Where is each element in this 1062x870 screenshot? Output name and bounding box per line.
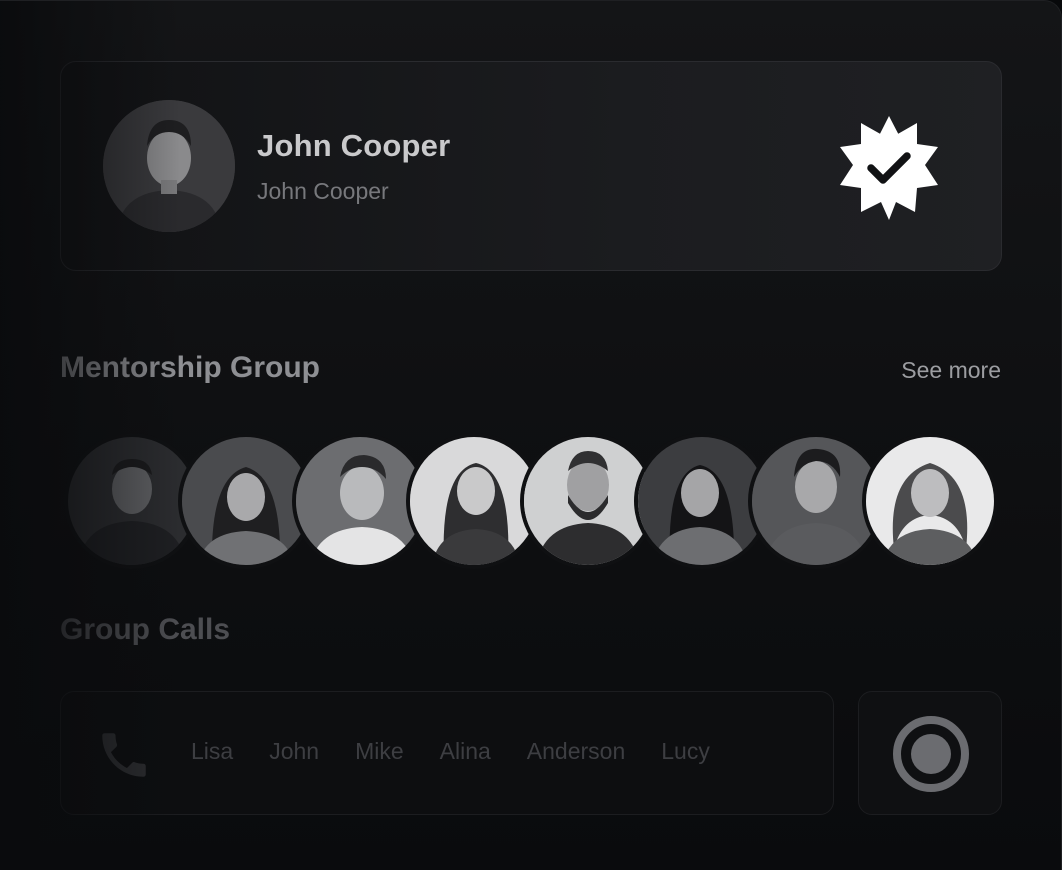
mentorship-avatar-row	[64, 433, 1004, 569]
call-participant[interactable]: Alina	[440, 738, 491, 765]
call-participant[interactable]: Lisa	[191, 738, 233, 765]
call-participant[interactable]: Anderson	[527, 738, 625, 765]
group-calls-title: Group Calls	[60, 613, 231, 646]
mentorship-group-title: Mentorship Group	[60, 351, 320, 384]
profile-handle: John Cooper	[257, 178, 389, 204]
call-participants: Lisa John Mike Alina Anderson Lucy	[191, 738, 710, 765]
group-call-bar[interactable]: Lisa John Mike Alina Anderson Lucy	[60, 691, 834, 815]
profile-card[interactable]: John Cooper John Cooper	[60, 61, 1002, 271]
call-participant[interactable]: John	[269, 738, 319, 765]
record-icon	[893, 716, 969, 792]
record-button[interactable]	[858, 691, 1002, 815]
call-participant[interactable]: Lucy	[661, 738, 710, 765]
profile-avatar[interactable]	[103, 100, 235, 232]
phone-icon[interactable]	[95, 726, 153, 784]
see-more-link[interactable]: See more	[901, 357, 1001, 384]
main-panel: John Cooper John Cooper Mentorship Group…	[0, 0, 1062, 870]
call-participant[interactable]: Mike	[355, 738, 404, 765]
member-avatar[interactable]	[862, 433, 998, 569]
verified-badge-icon	[840, 116, 938, 220]
profile-name: John Cooper	[257, 128, 451, 163]
